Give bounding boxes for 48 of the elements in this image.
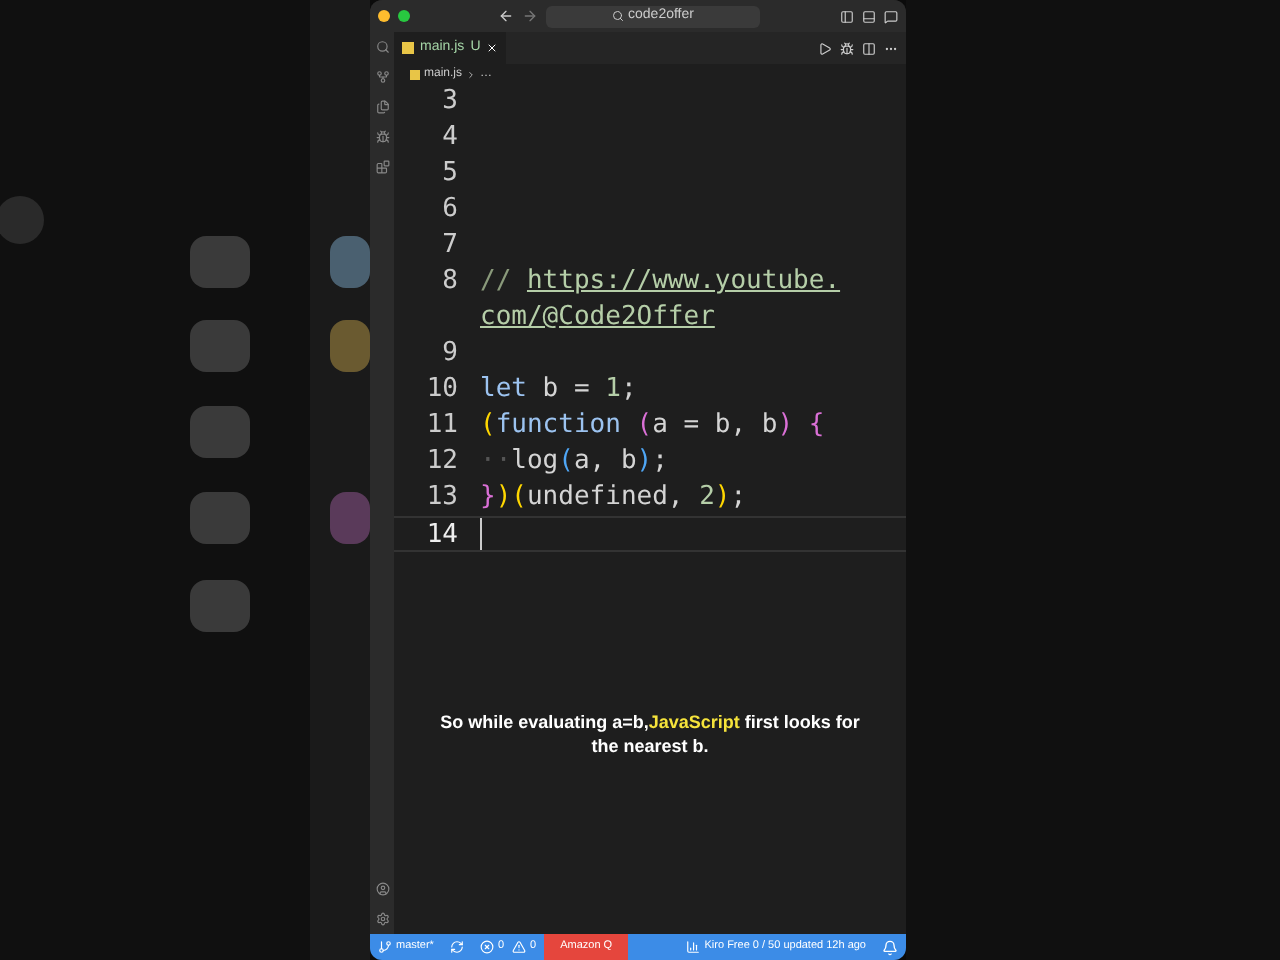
js-file-icon <box>402 42 414 54</box>
js-file-icon <box>410 69 420 79</box>
line-number: 7 <box>440 228 460 264</box>
bell-icon[interactable] <box>882 939 898 955</box>
back-icon[interactable] <box>498 8 514 24</box>
search-icon[interactable] <box>375 40 389 54</box>
chevron-icon <box>466 69 477 79</box>
text-cursor <box>480 518 482 550</box>
code-line: let b = 1; <box>480 372 637 408</box>
code-line: (function (a = b, b) { <box>480 408 825 444</box>
line-number: 14 <box>424 518 460 550</box>
error-icon[interactable] <box>479 940 494 954</box>
code-line: // https://www.youtube. <box>480 264 841 300</box>
line-number: 5 <box>440 156 460 192</box>
account-icon[interactable] <box>375 882 389 896</box>
debug-icon[interactable] <box>840 41 854 55</box>
code-line: com/@Code2Offer <box>480 300 715 336</box>
video-caption: So while evaluating a=b,JavaScript first looks for the nearest b. <box>438 710 862 758</box>
line-number: 8 <box>440 264 460 300</box>
line-number: 4 <box>440 120 460 156</box>
line-number: 10 <box>424 372 460 408</box>
chat-icon[interactable] <box>884 9 898 23</box>
line-number: 12 <box>424 444 460 480</box>
panel-toggle-icon[interactable] <box>862 9 876 23</box>
line-number: 13 <box>424 480 460 516</box>
settings-icon[interactable] <box>375 912 389 926</box>
bug-icon[interactable] <box>375 130 389 144</box>
line-number: 6 <box>440 192 460 228</box>
minimize-button[interactable] <box>378 10 390 22</box>
run-icon[interactable] <box>818 41 832 55</box>
forward-icon[interactable] <box>522 8 538 24</box>
line-number: 3 <box>440 84 460 120</box>
close-icon[interactable] <box>486 42 499 54</box>
sync-icon[interactable] <box>449 940 464 954</box>
code-line: })(undefined, 2); <box>480 480 747 516</box>
zoom-button[interactable] <box>398 10 410 22</box>
branch-icon[interactable] <box>378 940 392 954</box>
sidebar-toggle-icon[interactable] <box>840 9 854 23</box>
split-editor-icon[interactable] <box>862 41 876 55</box>
search-icon <box>612 10 625 22</box>
branch-icon[interactable] <box>375 70 389 84</box>
warning-icon[interactable] <box>512 940 527 954</box>
chart-icon[interactable] <box>686 940 701 954</box>
blocks-icon[interactable] <box>375 160 389 174</box>
files-icon[interactable] <box>375 100 389 114</box>
code-line: ··log(a, b); <box>480 444 668 480</box>
line-number: 9 <box>440 336 460 372</box>
line-number: 11 <box>424 408 460 444</box>
